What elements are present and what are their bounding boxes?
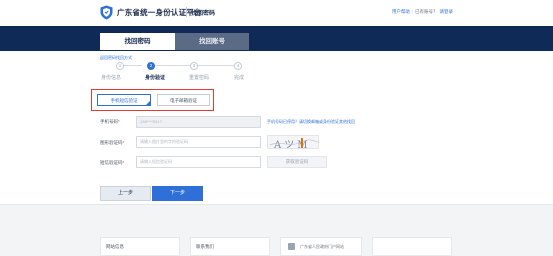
sms-input[interactable]: 请输入短信验证码	[136, 156, 261, 168]
top-links: 用户帮助 | 已有账号？ 请登录	[392, 9, 453, 15]
step-1-circle: 1	[116, 62, 124, 70]
brand-divider	[186, 7, 187, 17]
shield-logo-icon	[100, 5, 113, 20]
captcha-label: 图形验证码*	[100, 140, 125, 145]
step-1-label: 身份信息	[100, 75, 122, 81]
phone-verify-button[interactable]: 手机短信验证	[97, 94, 151, 106]
email-verify-button[interactable]: 电子邮箱验证	[157, 94, 210, 106]
tab-find-account[interactable]: 找回账号	[175, 33, 249, 50]
tab-find-password[interactable]: 找回密码	[100, 33, 175, 50]
sms-label: 短信验证码*	[100, 160, 125, 165]
get-sms-code-button[interactable]: 获取验证码	[267, 156, 327, 168]
step-connector	[155, 65, 190, 66]
captcha-noise-icon	[269, 138, 318, 148]
step-4-label: 完成	[233, 75, 245, 81]
switch-method-link[interactable]: 手机号码已停用？请切换邮箱或身份验证其他找回	[267, 119, 355, 125]
next-step-button[interactable]: 下一步	[152, 186, 203, 201]
phone-verify-label: 手机短信验证	[110, 98, 138, 103]
top-bar: 广东省统一身份认证平台 找回密码 用户帮助 | 已有账号？ 请登录	[0, 0, 553, 26]
page: 广东省统一身份认证平台 找回密码 用户帮助 | 已有账号？ 请登录 找回密码 找回账号…	[0, 0, 553, 256]
link-divider: |	[411, 9, 413, 14]
brand-title: 广东省统一身份认证平台	[117, 8, 202, 17]
footer-gov-link[interactable]: 广东省人民政府门户网站	[300, 244, 344, 250]
login-link[interactable]: 请登录	[440, 9, 454, 14]
step-3-label: 重置密码	[188, 75, 210, 81]
main-content	[0, 51, 553, 204]
step-4-circle: 4	[234, 62, 242, 70]
phone-label: 手机号码*	[100, 119, 120, 124]
footer-site-info-title: 网站信息	[106, 244, 124, 249]
footer-card	[372, 237, 452, 256]
page-subtitle: 找回密码	[191, 11, 216, 17]
back-to-methods-link[interactable]: 返回密码找回方式	[100, 55, 132, 61]
gov-emblem-icon	[288, 243, 295, 250]
step-2-circle: 2	[147, 62, 155, 70]
have-account-text: 已有账号？	[415, 9, 438, 14]
phone-field: 138****5317	[136, 116, 261, 128]
captcha-image[interactable]: AツM	[267, 135, 319, 149]
step-connector	[124, 65, 142, 66]
step-2-label: 身份验证	[144, 75, 166, 81]
footer-contact-title[interactable]: 联系我们	[196, 244, 214, 250]
captcha-input[interactable]: 请输入图片里的字符验证码	[136, 136, 261, 148]
selected-corner-icon	[145, 100, 151, 106]
email-verify-label: 电子邮箱验证	[170, 98, 197, 103]
nav-band	[0, 26, 553, 51]
footer	[0, 204, 553, 256]
step-3-circle: 3	[190, 62, 198, 70]
prev-step-button[interactable]: 上一步	[100, 186, 151, 201]
help-link[interactable]: 用户帮助	[392, 9, 410, 14]
step-connector	[198, 65, 234, 66]
